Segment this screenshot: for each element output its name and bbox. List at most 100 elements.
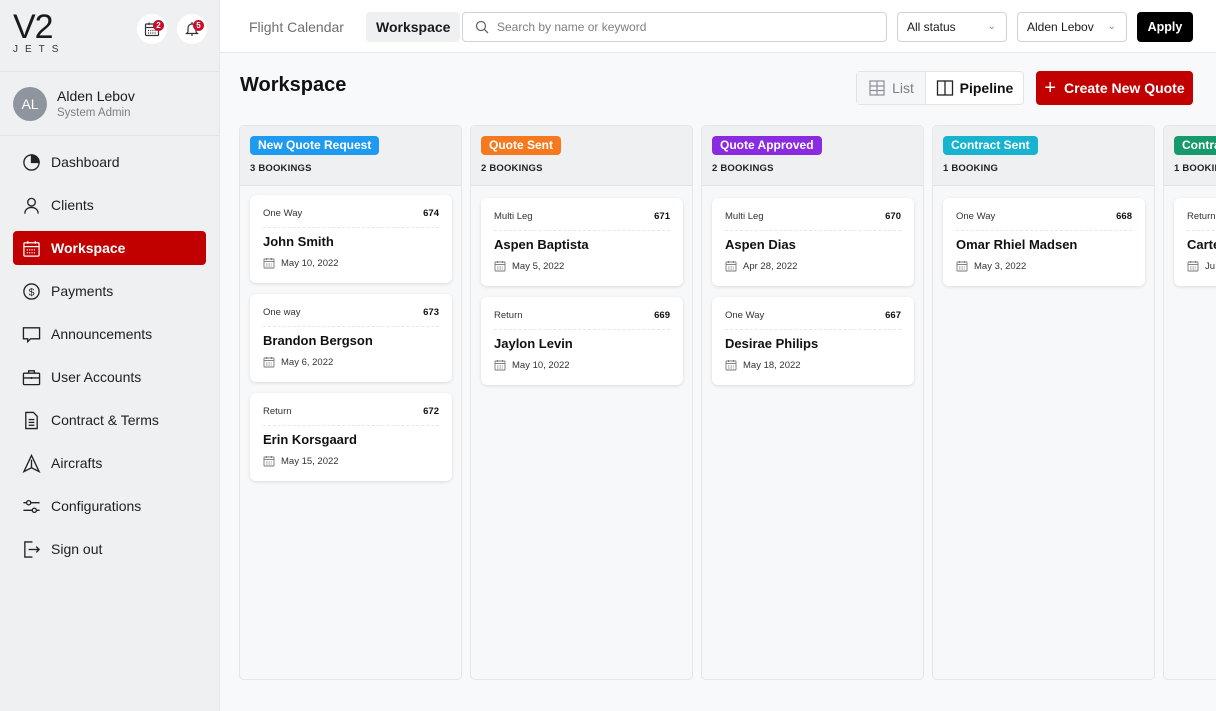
divider bbox=[263, 326, 439, 327]
booking-count: 1 BOOKING bbox=[943, 163, 999, 174]
sidebar: V2 JETS 2 5 AL Alden Lebov System Admin … bbox=[0, 0, 220, 711]
booking-date-text: Apr 28, 2022 bbox=[743, 260, 798, 272]
calendar-icon bbox=[263, 257, 281, 269]
trip-type: One Way bbox=[725, 310, 765, 321]
sidebar-item-label: Payments bbox=[51, 283, 114, 299]
tab-flight-calendar[interactable]: Flight Calendar bbox=[239, 12, 354, 42]
tab-workspace[interactable]: Workspace bbox=[366, 12, 461, 42]
status-badge: Quote Sent bbox=[481, 136, 562, 155]
booking-date: May 10, 2022 bbox=[263, 257, 339, 269]
dollar-icon: $ bbox=[21, 281, 41, 301]
user-profile[interactable]: AL Alden Lebov System Admin bbox=[0, 72, 219, 136]
calendar-icon bbox=[494, 260, 512, 272]
client-name: John Smith bbox=[263, 234, 334, 249]
booking-date: Ju bbox=[1187, 260, 1215, 272]
svg-text:$: $ bbox=[28, 287, 34, 298]
client-name: Aspen Baptista bbox=[494, 237, 589, 252]
table-icon bbox=[869, 80, 885, 96]
status-filter-value: All status bbox=[907, 20, 956, 34]
search-input[interactable] bbox=[497, 20, 877, 34]
list-view-button[interactable]: List bbox=[857, 72, 926, 104]
booking-id: 670 bbox=[885, 211, 901, 222]
column-header: Quote Approved 2 BOOKINGS bbox=[702, 126, 923, 186]
sidebar-item-payments[interactable]: $ Payments bbox=[13, 274, 206, 308]
create-new-quote-label: Create New Quote bbox=[1064, 80, 1185, 96]
booking-card[interactable]: Return Carter Ju bbox=[1174, 198, 1216, 286]
booking-id: 671 bbox=[654, 211, 670, 222]
booking-card[interactable]: Multi Leg 671 Aspen Baptista May 5, 2022 bbox=[481, 198, 683, 286]
notifications-button[interactable]: 5 bbox=[177, 14, 207, 44]
sidebar-item-label: User Accounts bbox=[51, 369, 142, 385]
user-filter-select[interactable]: Alden Lebov ⌄ bbox=[1017, 12, 1127, 42]
create-new-quote-button[interactable]: + Create New Quote bbox=[1036, 71, 1193, 105]
booking-count: 3 BOOKINGS bbox=[250, 163, 312, 174]
divider bbox=[263, 425, 439, 426]
booking-id: 667 bbox=[885, 310, 901, 321]
plus-icon: + bbox=[1044, 77, 1057, 99]
booking-date-text: May 5, 2022 bbox=[512, 260, 565, 272]
sidebar-item-announcements[interactable]: Announcements bbox=[13, 317, 206, 351]
calendar-badge: 2 bbox=[153, 20, 164, 31]
booking-card[interactable]: One Way 668 Omar Rhiel Madsen May 3, 2022 bbox=[943, 198, 1145, 286]
booking-card[interactable]: One Way 667 Desirae Philips May 18, 2022 bbox=[712, 297, 914, 385]
sidebar-item-workspace[interactable]: Workspace bbox=[13, 231, 206, 265]
status-badge: Contract Sent bbox=[943, 136, 1038, 155]
booking-date-text: May 10, 2022 bbox=[512, 359, 570, 371]
sidebar-nav: Dashboard Clients Workspace $ Payments A… bbox=[0, 145, 219, 575]
status-badge: Quote Approved bbox=[712, 136, 822, 155]
sidebar-item-label: Clients bbox=[51, 197, 94, 213]
pipeline-view-label: Pipeline bbox=[959, 80, 1014, 96]
booking-date-text: May 18, 2022 bbox=[743, 359, 801, 371]
sidebar-item-label: Workspace bbox=[51, 240, 126, 256]
search-box[interactable] bbox=[462, 12, 887, 42]
view-toggle: List Pipeline bbox=[856, 71, 1024, 105]
sidebar-item-clients[interactable]: Clients bbox=[13, 188, 206, 222]
booking-date: May 6, 2022 bbox=[263, 356, 333, 368]
search-icon bbox=[475, 20, 489, 34]
client-name: Desirae Philips bbox=[725, 336, 819, 351]
pipeline-column: Quote Approved 2 BOOKINGS Multi Leg 670 Aspe… bbox=[701, 125, 924, 680]
client-name: Brandon Bergson bbox=[263, 333, 373, 348]
column-header: Contract Signed 1 BOOKING bbox=[1164, 126, 1216, 186]
client-name: Aspen Dias bbox=[725, 237, 796, 252]
logo[interactable]: V2 JETS bbox=[13, 10, 66, 56]
status-badge: Contract Signed bbox=[1174, 136, 1216, 155]
calendar-icon bbox=[494, 359, 512, 371]
booking-id: 673 bbox=[423, 307, 439, 318]
booking-date: May 15, 2022 bbox=[263, 455, 339, 467]
pipeline-view-button[interactable]: Pipeline bbox=[926, 72, 1023, 104]
sidebar-item-contract-terms[interactable]: Contract & Terms bbox=[13, 403, 206, 437]
sidebar-item-user-accounts[interactable]: User Accounts bbox=[13, 360, 206, 394]
apply-button[interactable]: Apply bbox=[1137, 12, 1193, 42]
booking-count: 2 BOOKINGS bbox=[712, 163, 774, 174]
pipeline-column: New Quote Request 3 BOOKINGS One Way 674 Joh… bbox=[239, 125, 462, 680]
booking-card[interactable]: Return 669 Jaylon Levin May 10, 2022 bbox=[481, 297, 683, 385]
booking-card[interactable]: Return 672 Erin Korsgaard May 15, 2022 bbox=[250, 393, 452, 481]
trip-type: Return bbox=[494, 310, 523, 321]
booking-card[interactable]: Multi Leg 670 Aspen Dias Apr 28, 2022 bbox=[712, 198, 914, 286]
calendar-icon bbox=[725, 260, 743, 272]
sidebar-item-configurations[interactable]: Configurations bbox=[13, 489, 206, 523]
sidebar-item-aircrafts[interactable]: Aircrafts bbox=[13, 446, 206, 480]
divider bbox=[263, 227, 439, 228]
chevron-down-icon: ⌄ bbox=[987, 21, 996, 32]
booking-card[interactable]: One way 673 Brandon Bergson May 6, 2022 bbox=[250, 294, 452, 382]
booking-date-text: May 10, 2022 bbox=[281, 257, 339, 269]
calendar-icon bbox=[956, 260, 974, 272]
user-name: Alden Lebov bbox=[57, 88, 135, 104]
sidebar-item-sign-out[interactable]: Sign out bbox=[13, 532, 206, 566]
user-role: System Admin bbox=[57, 107, 131, 119]
avatar: AL bbox=[13, 87, 47, 121]
booking-date: May 3, 2022 bbox=[956, 260, 1026, 272]
booking-date-text: May 15, 2022 bbox=[281, 455, 339, 467]
client-name: Carter bbox=[1187, 237, 1216, 252]
divider bbox=[725, 329, 901, 330]
calendar-icon bbox=[1187, 260, 1205, 272]
logo-sub: JETS bbox=[13, 44, 66, 55]
pipeline-board: New Quote Request 3 BOOKINGS One Way 674 Joh… bbox=[239, 125, 1216, 680]
booking-card[interactable]: One Way 674 John Smith May 10, 2022 bbox=[250, 195, 452, 283]
booking-id: 669 bbox=[654, 310, 670, 321]
sidebar-item-dashboard[interactable]: Dashboard bbox=[13, 145, 206, 179]
calendar-notifications-button[interactable]: 2 bbox=[137, 14, 167, 44]
status-filter-select[interactable]: All status ⌄ bbox=[897, 12, 1007, 42]
